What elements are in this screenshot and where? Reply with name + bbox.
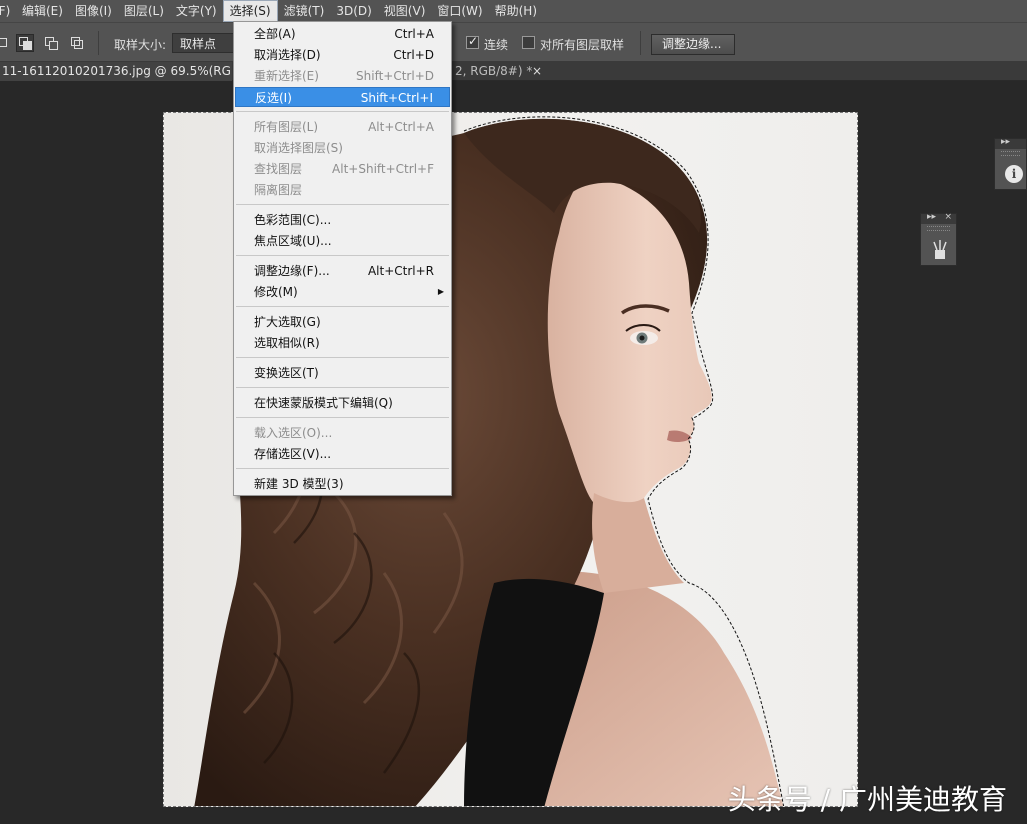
refine-edge-button[interactable]: 调整边缘... (651, 34, 735, 55)
all-layers-checkbox[interactable] (522, 36, 535, 49)
menu-separator (236, 468, 449, 469)
document-tab-bar: 11-16112010201736.jpg @ 69.5%(RGB/8#) 2,… (0, 62, 1027, 81)
contiguous-checkbox[interactable] (466, 34, 479, 49)
menu-type[interactable]: 文字(Y) (170, 0, 223, 22)
menu-separator (236, 387, 449, 388)
divider (640, 31, 641, 55)
menu-item-load-selection: 载入选区(O)... (254, 426, 333, 440)
menu-item-similar[interactable]: 选取相似(R) (235, 333, 450, 353)
menu-file[interactable]: 文件(F) (0, 0, 16, 22)
sample-size-label: 取样大小: (114, 38, 167, 52)
add-selection-icon[interactable] (16, 34, 34, 52)
divider (98, 31, 99, 55)
menu-separator (236, 357, 449, 358)
panel-header: ▸▸ (995, 137, 1026, 149)
tab-inactive-document[interactable]: 2, RGB/8#) * (455, 62, 532, 81)
menu-item-inverse[interactable]: 反选(I) Shift+Ctrl+I (235, 87, 450, 107)
menu-separator (236, 111, 449, 112)
menu-item-find-layers: 查找图层 Alt+Shift+Ctrl+F (254, 162, 434, 176)
menu-layer[interactable]: 图层(L) (118, 0, 170, 22)
subtract-selection-icon[interactable] (42, 34, 60, 52)
panel-header: ▸▸ × (921, 212, 956, 224)
menu-filter[interactable]: 滤镜(T) (278, 0, 331, 22)
brush-panel[interactable]: ▸▸ × (920, 212, 957, 266)
menu-item-reselect: 重新选择(E) Shift+Ctrl+D (254, 69, 434, 83)
menu-separator (236, 255, 449, 256)
select-menu-dropdown: 全部(A) Ctrl+A 取消选择(D) Ctrl+D 重新选择(E) Shift+C… (233, 21, 452, 496)
menu-item-deselect[interactable]: 取消选择(D) Ctrl+D (235, 45, 450, 65)
menu-item-grow[interactable]: 扩大选取(G) (235, 312, 450, 332)
menu-item-refine-edge[interactable]: 调整边缘(F)... Alt+Ctrl+R (235, 261, 450, 281)
menu-edit[interactable]: 编辑(E) (16, 0, 69, 22)
sample-size-select[interactable]: 取样点 (172, 33, 236, 53)
menu-view[interactable]: 视图(V) (378, 0, 432, 22)
menu-window[interactable]: 窗口(W) (431, 0, 488, 22)
menu-separator (236, 417, 449, 418)
menu-item-isolate-layers: 隔离图层 (254, 183, 303, 197)
brush-tool-icon[interactable] (930, 238, 950, 262)
menu-item-transform-selection[interactable]: 变换选区(T) (235, 363, 450, 383)
menu-item-color-range[interactable]: 色彩范围(C)... (235, 210, 450, 230)
tab-active-document[interactable]: 11-16112010201736.jpg @ 69.5%(RGB/8#) (0, 62, 232, 81)
menu-item-select-all[interactable]: 全部(A) Ctrl+A (235, 24, 450, 44)
intersect-selection-icon[interactable] (68, 34, 86, 52)
info-icon[interactable]: i (1005, 165, 1023, 183)
close-icon[interactable]: × (532, 62, 542, 80)
new-selection-icon[interactable] (0, 34, 12, 52)
menu-bar: 文件(F) 编辑(E) 图像(I) 图层(L) 文字(Y) 选择(S) 滤镜(T… (0, 0, 1027, 22)
all-layers-label: 对所有图层取样 (540, 38, 625, 52)
panel-grip[interactable] (927, 226, 950, 231)
menu-item-deselect-layers: 取消选择图层(S) (254, 141, 343, 155)
panel-grip[interactable] (1001, 151, 1020, 156)
menu-item-focus-area[interactable]: 焦点区域(U)... (235, 231, 450, 251)
contiguous-label: 连续 (484, 38, 509, 52)
menu-separator (236, 306, 449, 307)
menu-item-all-layers: 所有图层(L) Alt+Ctrl+A (254, 120, 434, 134)
menu-item-new-3d-model[interactable]: 新建 3D 模型(3) (235, 474, 450, 494)
menu-item-modify[interactable]: 修改(M) ▶ (235, 282, 450, 302)
menu-help[interactable]: 帮助(H) (489, 0, 543, 22)
menu-3d[interactable]: 3D(D) (330, 0, 377, 22)
menu-image[interactable]: 图像(I) (69, 0, 118, 22)
info-panel[interactable]: ▸▸ i (994, 137, 1027, 190)
menu-select[interactable]: 选择(S) (222, 0, 278, 22)
watermark-text: 头条号 / 广州美迪教育 (727, 783, 1007, 816)
menu-item-save-selection[interactable]: 存储选区(V)... (235, 444, 450, 464)
options-bar: 取样大小: 取样点 连续 对所有图层取样 调整边缘... (0, 22, 1027, 62)
menu-item-quick-mask[interactable]: 在快速蒙版模式下编辑(Q) (235, 393, 450, 413)
submenu-arrow-icon: ▶ (437, 287, 444, 296)
menu-separator (236, 204, 449, 205)
